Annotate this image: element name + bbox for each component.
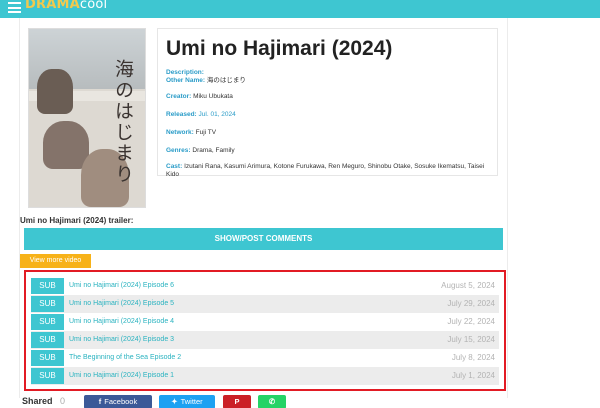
episode-date: July 8, 2024 [451,353,495,362]
other-name-label: Other Name: [166,77,206,84]
pinterest-share-button[interactable]: P [223,395,251,408]
twitter-share-button[interactable]: ✦ Twitter [159,395,215,408]
share-bar: Shared 0 f Facebook ✦ Twitter P ✆ [22,394,322,408]
episode-link[interactable]: Umi no Hajimari (2024) Episode 5 [69,295,174,313]
sub-badge[interactable]: SUB [31,332,64,348]
facebook-share-button[interactable]: f Facebook [84,395,152,408]
episode-row[interactable]: SUB Umi no Hajimari (2024) Episode 6 Aug… [31,277,499,295]
drama-title: Umi no Hajimari (2024) [166,37,393,60]
episode-list: SUB Umi no Hajimari (2024) Episode 6 Aug… [24,270,506,391]
episode-date: July 15, 2024 [447,335,495,344]
show-post-comments-button[interactable]: SHOW/POST COMMENTS [24,228,503,250]
episode-row[interactable]: SUB The Beginning of the Sea Episode 2 J… [31,349,499,367]
trailer-heading: Umi no Hajimari (2024) trailer: [20,216,134,225]
episode-row[interactable]: SUB Umi no Hajimari (2024) Episode 4 Jul… [31,313,499,331]
shared-label: Shared [22,396,53,406]
released-field: Released: Jul. 01, 2024 [166,111,491,119]
twitter-icon: ✦ [171,397,178,406]
other-name-value: 海のはじまり [206,77,246,84]
creator-value: Miku Ubukata [193,93,233,100]
episode-date: July 29, 2024 [447,299,495,308]
hamburger-menu-icon[interactable] [8,2,21,13]
view-more-video-button[interactable]: View more video [20,254,91,268]
creator-label: Creator: [166,93,192,100]
drama-poster-image: 海のはじまり [28,28,146,208]
sub-badge[interactable]: SUB [31,368,64,384]
creator-field: Creator: Miku Ubukata [166,93,491,101]
sub-badge[interactable]: SUB [31,314,64,330]
network-label: Network: [166,129,194,136]
network-field: Network: Fuji TV [166,129,491,137]
whatsapp-share-button[interactable]: ✆ [258,395,286,408]
facebook-icon: f [98,397,102,406]
poster-title-text: 海のはじまり [112,59,134,185]
main-content: 海のはじまり Umi no Hajimari (2024) Descriptio… [19,18,508,398]
episode-date: July 22, 2024 [447,317,495,326]
whatsapp-icon: ✆ [268,397,276,406]
network-value: Fuji TV [195,129,217,136]
episode-link[interactable]: The Beginning of the Sea Episode 2 [69,349,181,367]
drama-info-box: Umi no Hajimari (2024) Description: Othe… [157,28,498,179]
pinterest-icon: P [234,397,240,406]
description-label: Description: [166,69,204,76]
released-label: Released: [166,111,197,118]
episode-row[interactable]: SUB Umi no Hajimari (2024) Episode 3 Jul… [31,331,499,349]
sub-badge[interactable]: SUB [31,296,64,312]
episode-date: July 1, 2024 [451,371,495,380]
top-navigation-bar: DRAMAcool [0,0,600,18]
episode-link[interactable]: Umi no Hajimari (2024) Episode 4 [69,313,174,331]
cast-value: Izutani Rana, Kasumi Arimura, Kotone Fur… [166,163,485,178]
genres-field: Genres: Drama, Family [166,147,491,155]
episode-link[interactable]: Umi no Hajimari (2024) Episode 6 [69,277,174,295]
share-count: 0 [60,396,66,406]
released-value[interactable]: Jul. 01, 2024 [199,111,236,118]
episode-row[interactable]: SUB Umi no Hajimari (2024) Episode 5 Jul… [31,295,499,313]
sub-badge[interactable]: SUB [31,278,64,294]
cast-label: Cast: [166,163,183,170]
site-logo[interactable]: DRAMAcool [25,0,107,12]
genres-label: Genres: [166,147,191,154]
other-name-field: Description: Other Name: 海のはじまり [166,69,491,85]
episode-link[interactable]: Umi no Hajimari (2024) Episode 1 [69,367,174,385]
episode-link[interactable]: Umi no Hajimari (2024) Episode 3 [69,331,174,349]
episode-row[interactable]: SUB Umi no Hajimari (2024) Episode 1 Jul… [31,367,499,385]
episode-date: August 5, 2024 [441,281,495,290]
genres-value: Drama, Family [192,147,235,154]
cast-field: Cast: Izutani Rana, Kasumi Arimura, Koto… [166,163,491,179]
sub-badge[interactable]: SUB [31,350,64,366]
